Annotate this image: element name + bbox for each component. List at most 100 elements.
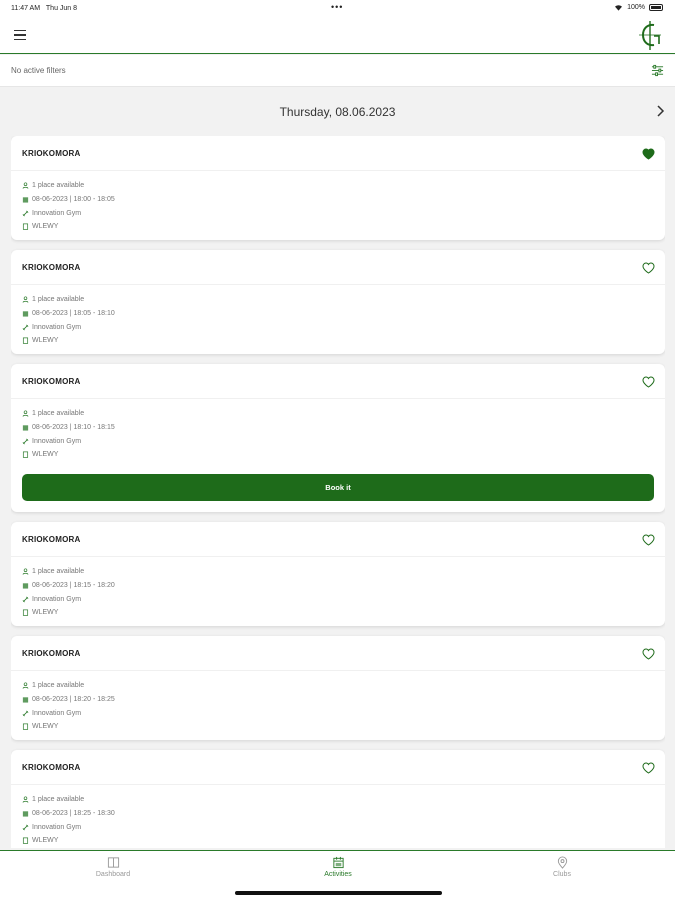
- home-indicator[interactable]: [235, 891, 442, 895]
- activity-availability-row: 1 place available: [22, 407, 115, 421]
- activity-room-row: WLEWY: [22, 334, 115, 348]
- calendar-small-icon: [22, 197, 29, 203]
- person-icon: [22, 682, 29, 690]
- tab-clubs[interactable]: Clubs: [502, 856, 622, 878]
- dumbbell-icon: [22, 438, 29, 445]
- tab-clubs-label: Clubs: [553, 871, 571, 878]
- activity-room-row: WLEWY: [22, 606, 115, 620]
- status-date: Thu Jun 8: [45, 5, 78, 12]
- battery-icon: [649, 4, 663, 11]
- heart-outline-icon[interactable]: [642, 534, 655, 546]
- activity-datetime-row: 08-06-2023 | 18:15 - 18:20: [22, 579, 115, 593]
- activity-availability-row: 1 place available: [22, 793, 115, 807]
- calendar-small-icon: [22, 697, 29, 703]
- heart-outline-icon[interactable]: [642, 648, 655, 660]
- filter-bar: No active filters: [0, 55, 675, 87]
- heart-filled-icon[interactable]: [642, 148, 655, 160]
- activity-datetime: 08-06-2023 | 18:00 - 18:05: [32, 196, 115, 204]
- activity-location-row: Innovation Gym: [22, 206, 115, 220]
- activity-datetime: 08-06-2023 | 18:20 - 18:25: [32, 696, 115, 704]
- dashboard-icon: [107, 857, 119, 868]
- activity-title: KRIOKOMORA: [22, 649, 81, 658]
- activity-card[interactable]: KRIOKOMORA 1 place available 08-06-2023 | …: [11, 250, 665, 354]
- door-icon: [22, 451, 29, 459]
- dumbbell-icon: [22, 324, 29, 331]
- activity-availability: 1 place available: [32, 682, 85, 690]
- heart-outline-icon[interactable]: [642, 762, 655, 774]
- card-divider: [11, 556, 665, 557]
- calendar-icon: [332, 856, 344, 869]
- date-title: Thursday, 08.06.2023: [279, 105, 396, 119]
- activity-location: Innovation Gym: [32, 709, 82, 717]
- status-bar: 11:47 AM Thu Jun 8 ••• 100%: [0, 0, 675, 18]
- activity-details: 1 place available 08-06-2023 | 18:20 - 18…: [22, 679, 115, 734]
- dumbbell-icon: [22, 210, 29, 217]
- activity-location-row: Innovation Gym: [22, 820, 115, 834]
- card-divider: [11, 784, 665, 785]
- activity-location-row: Innovation Gym: [22, 592, 115, 606]
- calendar-small-icon: [22, 425, 29, 431]
- activity-room: WLEWY: [32, 609, 59, 617]
- tab-activities-label: Activities: [324, 871, 352, 878]
- activity-location-row: Innovation Gym: [22, 434, 115, 448]
- activity-card[interactable]: KRIOKOMORA 1 place available 08-06-2023 | …: [11, 136, 665, 240]
- battery-percent: 100%: [627, 4, 645, 11]
- activity-card[interactable]: KRIOKOMORA 1 place available 08-06-2023 | …: [11, 522, 665, 626]
- activity-datetime: 08-06-2023 | 18:15 - 18:20: [32, 582, 115, 590]
- activity-availability: 1 place available: [32, 296, 85, 304]
- activity-details: 1 place available 08-06-2023 | 18:15 - 18…: [22, 565, 115, 620]
- card-divider: [11, 170, 665, 171]
- door-icon: [22, 337, 29, 345]
- book-button[interactable]: Book it: [22, 474, 654, 501]
- activity-title: KRIOKOMORA: [22, 377, 81, 386]
- hamburger-icon[interactable]: [14, 30, 26, 40]
- activity-datetime-row: 08-06-2023 | 18:20 - 18:25: [22, 693, 115, 707]
- dumbbell-icon: [22, 710, 29, 717]
- activity-title: KRIOKOMORA: [22, 149, 81, 158]
- activity-datetime: 08-06-2023 | 18:10 - 18:15: [32, 424, 115, 432]
- activity-details: 1 place available 08-06-2023 | 18:10 - 18…: [22, 407, 115, 462]
- activity-room: WLEWY: [32, 451, 59, 459]
- activity-location: Innovation Gym: [32, 209, 82, 217]
- card-divider: [11, 398, 665, 399]
- activity-card[interactable]: KRIOKOMORA 1 place available 08-06-2023 | …: [11, 364, 665, 512]
- activity-datetime-row: 08-06-2023 | 18:05 - 18:10: [22, 307, 115, 321]
- club-logo-icon[interactable]: [635, 19, 665, 51]
- activity-location: Innovation Gym: [32, 595, 82, 603]
- heart-outline-icon[interactable]: [642, 262, 655, 274]
- activity-availability-row: 1 place available: [22, 179, 115, 193]
- door-icon: [22, 723, 29, 731]
- activity-room: WLEWY: [32, 837, 59, 845]
- activity-title: KRIOKOMORA: [22, 763, 81, 772]
- activity-card[interactable]: KRIOKOMORA 1 place available 08-06-2023 | …: [11, 636, 665, 740]
- activity-details: 1 place available 08-06-2023 | 18:25 - 18…: [22, 793, 115, 848]
- activity-availability: 1 place available: [32, 796, 85, 804]
- activity-availability-row: 1 place available: [22, 679, 115, 693]
- activity-availability: 1 place available: [32, 410, 85, 418]
- filter-sliders-icon[interactable]: [651, 64, 664, 77]
- multitasking-dots-icon[interactable]: •••: [331, 2, 343, 12]
- status-right: 100%: [614, 4, 663, 11]
- activity-availability-row: 1 place available: [22, 293, 115, 307]
- heart-outline-icon[interactable]: [642, 376, 655, 388]
- tab-activities[interactable]: Activities: [278, 856, 398, 878]
- activity-room-row: WLEWY: [22, 834, 115, 848]
- activity-datetime-row: 08-06-2023 | 18:10 - 18:15: [22, 421, 115, 435]
- activity-card[interactable]: KRIOKOMORA 1 place available 08-06-2023 | …: [11, 750, 665, 848]
- activity-list[interactable]: KRIOKOMORA 1 place available 08-06-2023 | …: [11, 136, 665, 848]
- tab-dashboard[interactable]: Dashboard: [53, 856, 173, 878]
- door-icon: [22, 837, 29, 845]
- chevron-right-icon[interactable]: [654, 104, 666, 118]
- door-icon: [22, 223, 29, 231]
- activity-availability: 1 place available: [32, 568, 85, 576]
- card-divider: [11, 284, 665, 285]
- activity-location: Innovation Gym: [32, 437, 82, 445]
- person-icon: [22, 296, 29, 304]
- activity-datetime-row: 08-06-2023 | 18:00 - 18:05: [22, 193, 115, 207]
- activity-datetime: 08-06-2023 | 18:25 - 18:30: [32, 810, 115, 818]
- status-time: 11:47 AM Thu Jun 8: [11, 5, 78, 12]
- activity-room: WLEWY: [32, 337, 59, 345]
- app-header: [0, 18, 675, 54]
- activity-room: WLEWY: [32, 223, 59, 231]
- person-icon: [22, 568, 29, 576]
